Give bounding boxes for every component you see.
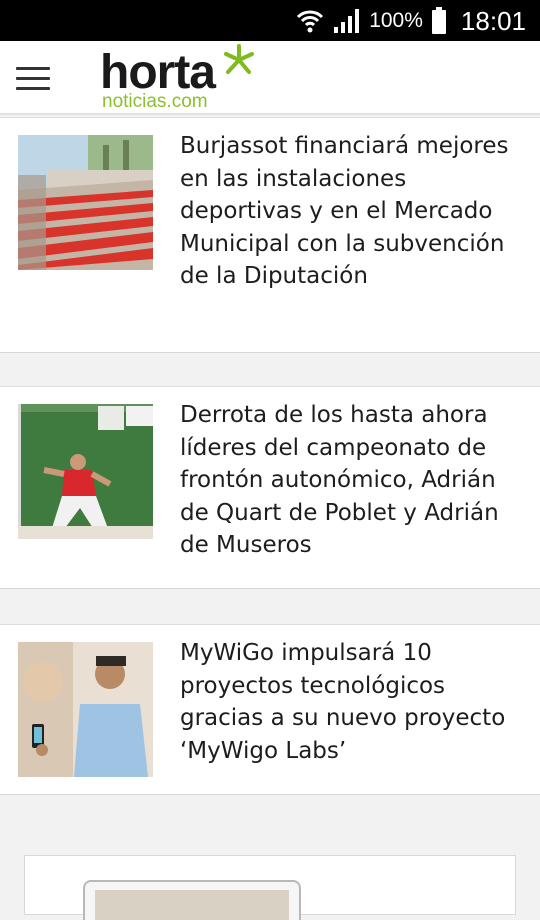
article-card[interactable]: Derrota de los hasta ahora líderes del c… xyxy=(0,386,540,589)
article-card[interactable]: MyWiGo impulsará 10 proyectos tecnológic… xyxy=(0,624,540,795)
battery-icon xyxy=(431,7,446,34)
wifi-icon xyxy=(297,10,324,33)
article-title[interactable]: Burjassot financiará mejores en las inst… xyxy=(180,130,525,293)
article-title[interactable]: Derrota de los hasta ahora líderes del c… xyxy=(180,399,525,562)
battery-percent: 100% xyxy=(369,9,423,32)
app-bar: horta noticias.com xyxy=(0,41,540,115)
status-bar: 100% 18:01 xyxy=(0,0,540,41)
presenter-photo[interactable] xyxy=(18,642,153,777)
article-card[interactable]: Burjassot financiará mejores en las inst… xyxy=(0,117,540,353)
hamburger-menu-icon[interactable] xyxy=(14,61,54,95)
clock: 18:01 xyxy=(460,5,526,36)
article-title[interactable]: MyWiGo impulsará 10 proyectos tecnológic… xyxy=(180,637,525,767)
promo-card[interactable] xyxy=(24,855,516,920)
logo-star-icon xyxy=(224,44,254,74)
laptop-image xyxy=(83,880,301,920)
logo-subtitle: noticias.com xyxy=(102,91,208,112)
fronton-player-photo[interactable] xyxy=(18,404,153,539)
stadium-seats-photo[interactable] xyxy=(18,135,153,270)
signal-icon xyxy=(334,9,360,33)
site-logo[interactable]: horta noticias.com xyxy=(100,43,260,115)
